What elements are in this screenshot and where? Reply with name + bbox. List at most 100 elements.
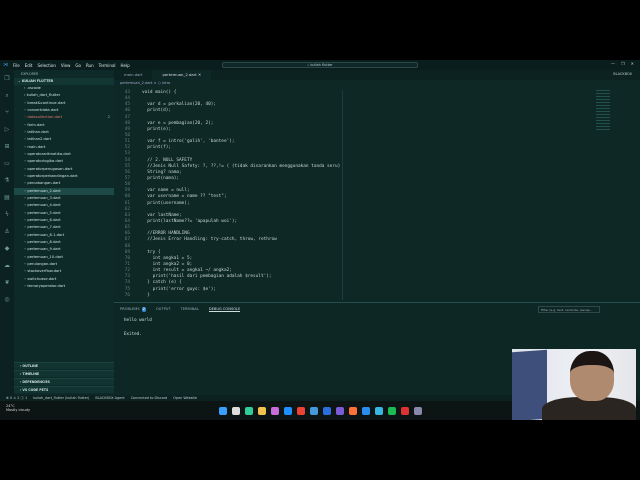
file-item[interactable]: ◦ operatoraritmatika.dart	[14, 151, 114, 158]
status-item[interactable]: BLACKBOX Agent	[95, 396, 124, 400]
minimap[interactable]	[596, 90, 610, 130]
taskbar-app-icon[interactable]	[244, 406, 253, 415]
lightning-icon[interactable]: ϟ	[0, 206, 14, 223]
file-tree: › .vscode › kuliah_dart_flutter ◦ break&co…	[14, 85, 114, 290]
file-item[interactable]: ◦ pertemuan_6.dart	[14, 217, 114, 224]
file-item[interactable]: ◦ pertemuan_3.dart	[14, 195, 114, 202]
taskbar-app-icon[interactable]	[335, 406, 344, 415]
menu-terminal[interactable]: Terminal	[99, 63, 116, 68]
chat-icon[interactable]: ☁	[0, 257, 14, 274]
menu-selection[interactable]: Selection	[37, 63, 55, 68]
file-item[interactable]: ◦ pertemuan_9.dart	[14, 246, 114, 253]
section-outline[interactable]: › OUTLINE	[14, 362, 114, 369]
taskbar-app-icon[interactable]	[257, 406, 266, 415]
testing-icon[interactable]: ⚗	[0, 172, 14, 189]
editor-tabs: main.dart pertemuan_2.dart ✕	[114, 70, 640, 80]
file-item[interactable]: ◦ latihan2.dart	[14, 136, 114, 143]
file-name: ◦ operatorperbandingan.dart	[24, 173, 78, 178]
anchor-icon[interactable]: ⚓	[0, 223, 14, 240]
minimize-icon[interactable]: —	[611, 61, 615, 66]
menu-file[interactable]: File	[13, 63, 20, 68]
workspace-root[interactable]: ⌄ KULIAH FLUTTER	[14, 78, 114, 85]
terminal-icon[interactable]: ▤	[0, 189, 14, 206]
extensions-icon[interactable]: ⊞	[0, 138, 14, 155]
search-icon[interactable]: ⌕	[0, 87, 14, 104]
status-item[interactable]: Connected to Discord	[131, 396, 168, 400]
taskbar-app-icon[interactable]	[413, 406, 422, 415]
menu-view[interactable]: View	[61, 63, 71, 68]
section-vs-code-pets[interactable]: › VS CODE PETS	[14, 386, 114, 393]
file-item[interactable]: ◦ latihan.dart	[14, 129, 114, 136]
taskbar-app-icon[interactable]	[309, 406, 318, 415]
tab-pertemuan_2-dart[interactable]: pertemuan_2.dart ✕	[152, 70, 212, 80]
file-item[interactable]: ◦ ternaryoperator.dart	[14, 283, 114, 290]
weather-widget[interactable]: 24°C Mostly cloudy	[6, 404, 30, 412]
file-item[interactable]: ◦ perulangan.dart	[14, 261, 114, 268]
source-control-icon[interactable]: ⑂	[0, 104, 14, 121]
blackbox-action[interactable]: BLACKBOX	[613, 72, 632, 76]
panel-tab-terminal[interactable]: TERMINAL	[181, 307, 199, 312]
close-tab-icon[interactable]: ✕	[197, 72, 201, 77]
taskbar-app-icon[interactable]	[322, 406, 331, 415]
menu-edit[interactable]: Edit	[25, 63, 33, 68]
taskbar-app-icon[interactable]	[361, 406, 370, 415]
remote-icon[interactable]: ▭	[0, 155, 14, 172]
taskbar-app-icon[interactable]	[296, 406, 305, 415]
file-item[interactable]: ◦ pertemuan_4.dart	[14, 202, 114, 209]
file-item[interactable]: › .vscode	[14, 85, 114, 92]
file-item[interactable]: ◦ datacollection.dart 2	[14, 114, 114, 121]
leaf-icon[interactable]: ❦	[0, 274, 14, 291]
file-name: ◦ operatorlogika.dart	[24, 159, 63, 164]
taskbar-app-icon[interactable]	[231, 406, 240, 415]
chrome-icon[interactable]: ◎	[0, 291, 14, 308]
file-item[interactable]: ◦ pertemuan_7.dart	[14, 224, 114, 231]
taskbar-app-icon[interactable]	[283, 406, 292, 415]
menu-help[interactable]: Help	[121, 63, 130, 68]
taskbar-app-icon[interactable]	[374, 406, 383, 415]
file-item[interactable]: ◦ pertemuan_8.dart	[14, 239, 114, 246]
panel-tab-problems[interactable]: PROBLEMS	[120, 307, 140, 312]
command-center-search[interactable]: ⌕ kuliah flutter	[222, 62, 418, 68]
file-item[interactable]: ◦ break&continue.dart	[14, 100, 114, 107]
breadcrumb[interactable]: pertemuan_2.dart > ⬡ intro	[120, 81, 170, 85]
taskbar-app-icon[interactable]	[218, 406, 227, 415]
file-item[interactable]: ◦ operatorpenugasan.dart	[14, 166, 114, 173]
menu-run[interactable]: Run	[86, 63, 94, 68]
panel-tab-debug-console[interactable]: DEBUG CONSOLE	[208, 307, 241, 312]
panel-tab-output[interactable]: OUTPUT	[156, 307, 171, 312]
menu-go[interactable]: Go	[75, 63, 81, 68]
file-item[interactable]: ◦ forin.dart	[14, 122, 114, 129]
file-item[interactable]: ◦ pertemuan_5.dart	[14, 210, 114, 217]
tab-main-dart[interactable]: main.dart	[114, 70, 152, 80]
file-item[interactable]: ◦ convertdata.dart	[14, 107, 114, 114]
section-timeline[interactable]: › TIMELINE	[14, 370, 114, 377]
status-item[interactable]: ⊗ 0 ⚠ 2 ⓘ 1	[6, 396, 27, 400]
file-name: ◦ pertemuan_3.dart	[24, 195, 61, 200]
code-editor[interactable]: 43 void main() {44 45 var d = perkalian(20…	[114, 90, 584, 300]
explorer-icon[interactable]: ❐	[0, 70, 14, 87]
file-item[interactable]: ◦ switchcase.dart	[14, 276, 114, 283]
status-item[interactable]: kuliah_dart_flutter (kuliah flutter)	[33, 396, 89, 400]
git-icon[interactable]: ◆	[0, 240, 14, 257]
taskbar-app-icon[interactable]	[270, 406, 279, 415]
file-item[interactable]: ◦ stackoverflow.dart	[14, 268, 114, 275]
file-item[interactable]: › kuliah_dart_flutter	[14, 92, 114, 99]
file-item[interactable]: ◦ operatorperbandingan.dart	[14, 173, 114, 180]
console-line: hello world	[124, 317, 152, 322]
file-item[interactable]: ◦ pertemuan_2.dart	[14, 187, 114, 195]
maximize-icon[interactable]: ❐	[621, 61, 625, 66]
close-icon[interactable]: ✕	[631, 61, 634, 66]
status-item[interactable]: Open Website	[173, 396, 197, 400]
file-name: ◦ percabangan.dart	[24, 181, 61, 186]
file-item[interactable]: ◦ pertemuan_8.1.dart	[14, 232, 114, 239]
section-dependencies[interactable]: › DEPENDENCIES	[14, 378, 114, 385]
taskbar-app-icon[interactable]	[400, 406, 409, 415]
file-item[interactable]: ◦ percabangan.dart	[14, 180, 114, 187]
file-item[interactable]: ◦ pertemuan_10.dart	[14, 254, 114, 261]
run-debug-icon[interactable]: ▷	[0, 121, 14, 138]
file-item[interactable]: ◦ operatorlogika.dart	[14, 158, 114, 165]
console-filter-input[interactable]: Filter (e.g. text, !exclude, \escap...	[538, 306, 600, 313]
taskbar-app-icon[interactable]	[387, 406, 396, 415]
file-item[interactable]: ◦ main.dart	[14, 144, 114, 151]
taskbar-app-icon[interactable]	[348, 406, 357, 415]
